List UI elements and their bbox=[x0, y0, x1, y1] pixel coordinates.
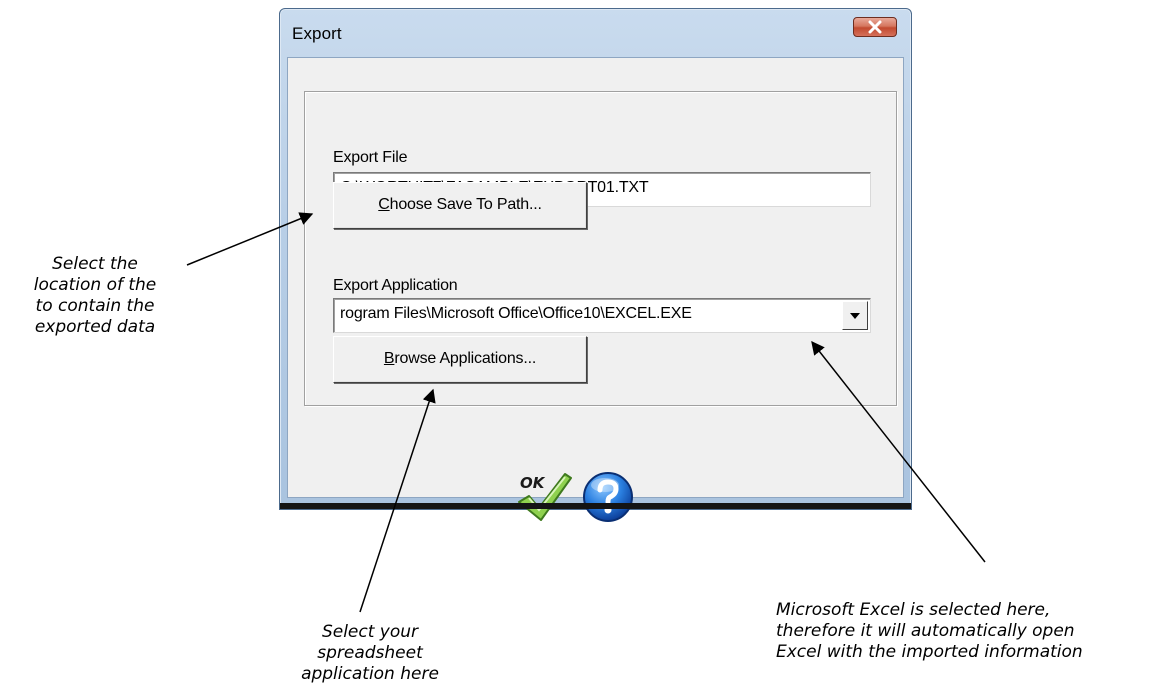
note-select-location: Select the location of the to contain th… bbox=[20, 254, 170, 338]
note-excel-selected: Microsoft Excel is selected here, theref… bbox=[776, 600, 1171, 663]
arrow-to-save-path bbox=[186, 212, 314, 266]
arrow-to-application-field bbox=[811, 340, 986, 563]
note-line: Excel with the imported information bbox=[776, 642, 1083, 662]
note-line: location of the bbox=[33, 275, 157, 295]
note-line: spreadsheet bbox=[317, 643, 423, 663]
note-line: Microsoft Excel is selected here, bbox=[776, 600, 1051, 620]
note-line: to contain the bbox=[35, 296, 155, 316]
note-line: Select your bbox=[321, 622, 419, 642]
note-select-spreadsheet: Select your spreadsheet application here bbox=[280, 622, 460, 685]
annotation-arrows bbox=[186, 212, 986, 613]
note-line: exported data bbox=[34, 317, 156, 337]
note-line: Select the bbox=[52, 254, 138, 274]
note-line: therefore it will automatically open bbox=[776, 621, 1075, 641]
note-line: application here bbox=[301, 664, 439, 684]
arrow-to-browse-applications bbox=[359, 388, 436, 613]
